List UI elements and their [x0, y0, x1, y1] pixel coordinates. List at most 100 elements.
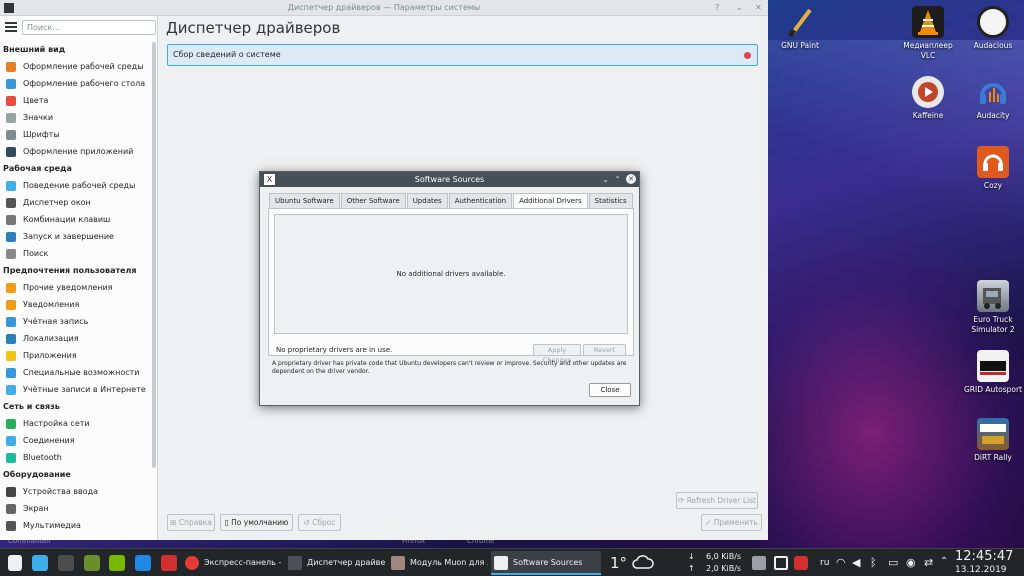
dialog-close-icon[interactable]: ✕	[626, 174, 636, 184]
apply-button[interactable]: ✓ Применить	[701, 514, 762, 531]
dialog-tab[interactable]: Updates	[406, 193, 448, 208]
window-title: Диспетчер драйверов — Параметры системы	[287, 3, 481, 12]
desktop-icon-dirt-rally[interactable]: DiRT Rally	[963, 418, 1023, 463]
sidebar-item[interactable]: Запуск и завершение	[0, 228, 150, 245]
sidebar-item-label: Уведомления	[23, 300, 80, 309]
help-icon[interactable]: ?	[715, 3, 719, 12]
network-icon[interactable]: ⇄	[924, 556, 933, 576]
task-driver-manager[interactable]: Диспетчер драйве...	[285, 551, 385, 575]
sidebar-item-icon	[6, 351, 16, 361]
notifications-icon[interactable]: ◉	[906, 556, 916, 576]
apply-changes-button[interactable]: Apply Changes	[533, 344, 581, 364]
search-input[interactable]: Поиск...	[22, 20, 156, 35]
sidebar-scrollbar[interactable]	[152, 42, 156, 468]
dialog-tab[interactable]: Ubuntu Software	[269, 193, 340, 208]
task-muon[interactable]: Модуль Muon для ...	[388, 551, 488, 575]
sidebar-item[interactable]: Поведение рабочей среды	[0, 177, 150, 194]
clipboard-icon[interactable]	[752, 556, 766, 570]
sidebar-item-label: Учётная запись	[23, 317, 89, 326]
sidebar-item[interactable]: Значки	[0, 109, 150, 126]
sidebar-item[interactable]: Цвета	[0, 92, 150, 109]
help-button[interactable]: ⊞ Справка	[167, 514, 215, 531]
sidebar-item[interactable]: Учётная запись	[0, 313, 150, 330]
proprietary-status: No proprietary drivers are in use.	[276, 346, 393, 354]
double-commander-icon[interactable]	[161, 555, 177, 571]
home-folder-icon[interactable]	[32, 555, 48, 571]
status-message: Сбор сведений о системе	[167, 44, 758, 66]
sidebar-item[interactable]: Экран	[0, 500, 150, 517]
sidebar-item[interactable]: Оформление рабочего стола	[0, 75, 150, 92]
tray-expand-icon[interactable]: ⌃	[940, 556, 948, 576]
desktop-icon-vlc[interactable]: Медиаплеер VLC	[898, 6, 958, 61]
sidebar-item[interactable]: Учётные записи в Интернете	[0, 381, 150, 398]
close-icon[interactable]: ✕	[755, 3, 762, 12]
dialog-minimize-icon[interactable]: ⌄	[602, 172, 609, 187]
desktop-icon-grid-autosport[interactable]: GRID Autosport	[963, 350, 1023, 395]
task-opera[interactable]: Экспресс-панель - ...	[182, 551, 282, 575]
dialog-titlebar[interactable]: X Software Sources ⌄ ⌃ ✕	[260, 172, 639, 187]
dialog-tab[interactable]: Authentication	[448, 193, 513, 208]
clock-date[interactable]: 13.12.2019	[955, 565, 1007, 576]
desktop-icon-cozy[interactable]: Cozy	[963, 146, 1023, 191]
sidebar-section-title: Внешний вид	[3, 45, 66, 54]
sidebar-item[interactable]: Оформление приложений	[0, 143, 150, 160]
refresh-driver-list-button[interactable]: ⟳ Refresh Driver List	[676, 492, 758, 509]
dialog-tab[interactable]: Other Software	[340, 193, 406, 208]
sidebar-item[interactable]: Локализация	[0, 330, 150, 347]
updates-icon[interactable]	[774, 556, 788, 570]
desktop-icon-euro-truck[interactable]: Euro Truck Simulator 2	[963, 280, 1023, 335]
dialog-tab[interactable]: Statistics	[588, 193, 633, 208]
sidebar-item[interactable]: Настройка сети	[0, 415, 150, 432]
sidebar-item[interactable]: Оформление рабочей среды	[0, 58, 150, 75]
dialog-close-button[interactable]: Close	[589, 383, 631, 397]
sidebar-item-label: Мультимедиа	[23, 521, 81, 530]
defaults-button[interactable]: ▯ По умолчанию	[220, 514, 293, 531]
app-launcher-2-icon[interactable]	[84, 555, 100, 571]
window-titlebar[interactable]: Диспетчер драйверов — Параметры системы …	[0, 0, 768, 16]
sidebar-section-title: Сеть и связь	[3, 402, 60, 411]
sidebar-item[interactable]: Приложения	[0, 347, 150, 364]
task-software-sources[interactable]: Software Sources	[491, 551, 601, 575]
anydesk-icon[interactable]	[794, 556, 808, 570]
volume-icon[interactable]: ◀	[852, 556, 860, 576]
sidebar-item-label: Значки	[23, 113, 54, 122]
dismiss-icon[interactable]	[744, 52, 751, 59]
sidebar-item-label: Прочие уведомления	[23, 283, 113, 292]
sidebar-item[interactable]: Диспетчер окон	[0, 194, 150, 211]
sidebar-item[interactable]: Соединения	[0, 432, 150, 449]
dialog-tab[interactable]: Additional Drivers	[513, 193, 588, 209]
sidebar-item[interactable]: Мультимедиа	[0, 517, 150, 534]
reset-button[interactable]: ↺ Сброс	[298, 514, 341, 531]
desktop-icon-audacious[interactable]: Audacious	[963, 6, 1023, 51]
desktop-icon-audacity[interactable]: Audacity	[963, 76, 1023, 121]
sidebar-item-icon	[6, 317, 16, 327]
keyboard-layout[interactable]: ru	[820, 549, 829, 576]
desktop-icon-kaffeine[interactable]: Kaffeine	[898, 76, 958, 121]
wifi-icon[interactable]: ◠	[836, 556, 846, 576]
display-icon[interactable]: ▭	[888, 556, 898, 576]
hamburger-menu-icon[interactable]	[5, 22, 17, 32]
minimize-icon[interactable]: ⌄	[736, 3, 743, 12]
sidebar-item[interactable]: Прочие уведомления	[0, 279, 150, 296]
sidebar-item[interactable]: Устройства ввода	[0, 483, 150, 500]
nvidia-icon[interactable]	[109, 555, 125, 571]
sidebar-item-icon	[6, 385, 16, 395]
sidebar-item[interactable]: Комбинации клавиш	[0, 211, 150, 228]
sidebar-item[interactable]: Bluetooth	[0, 449, 150, 466]
file-manager-icon[interactable]	[135, 555, 151, 571]
revert-button[interactable]: Revert	[583, 344, 626, 356]
bluetooth-icon[interactable]: ᛒ	[870, 556, 877, 576]
sidebar-item[interactable]: Шрифты	[0, 126, 150, 143]
sidebar-item-label: Поиск	[23, 249, 49, 258]
terminal-icon[interactable]	[58, 555, 74, 571]
dialog-maximize-icon[interactable]: ⌃	[614, 172, 621, 187]
sidebar-item[interactable]: Специальные возможности	[0, 364, 150, 381]
sidebar-item-label: Шрифты	[23, 130, 60, 139]
cloud-icon[interactable]	[632, 555, 654, 569]
sidebar-item[interactable]: Поиск	[0, 245, 150, 262]
desktop-icon-gnu-paint[interactable]: GNU Paint	[770, 6, 830, 51]
sidebar-item-icon	[6, 130, 16, 140]
application-launcher-icon[interactable]	[8, 555, 22, 571]
weather-temperature[interactable]: 1°	[610, 549, 627, 576]
sidebar-item[interactable]: Уведомления	[0, 296, 150, 313]
